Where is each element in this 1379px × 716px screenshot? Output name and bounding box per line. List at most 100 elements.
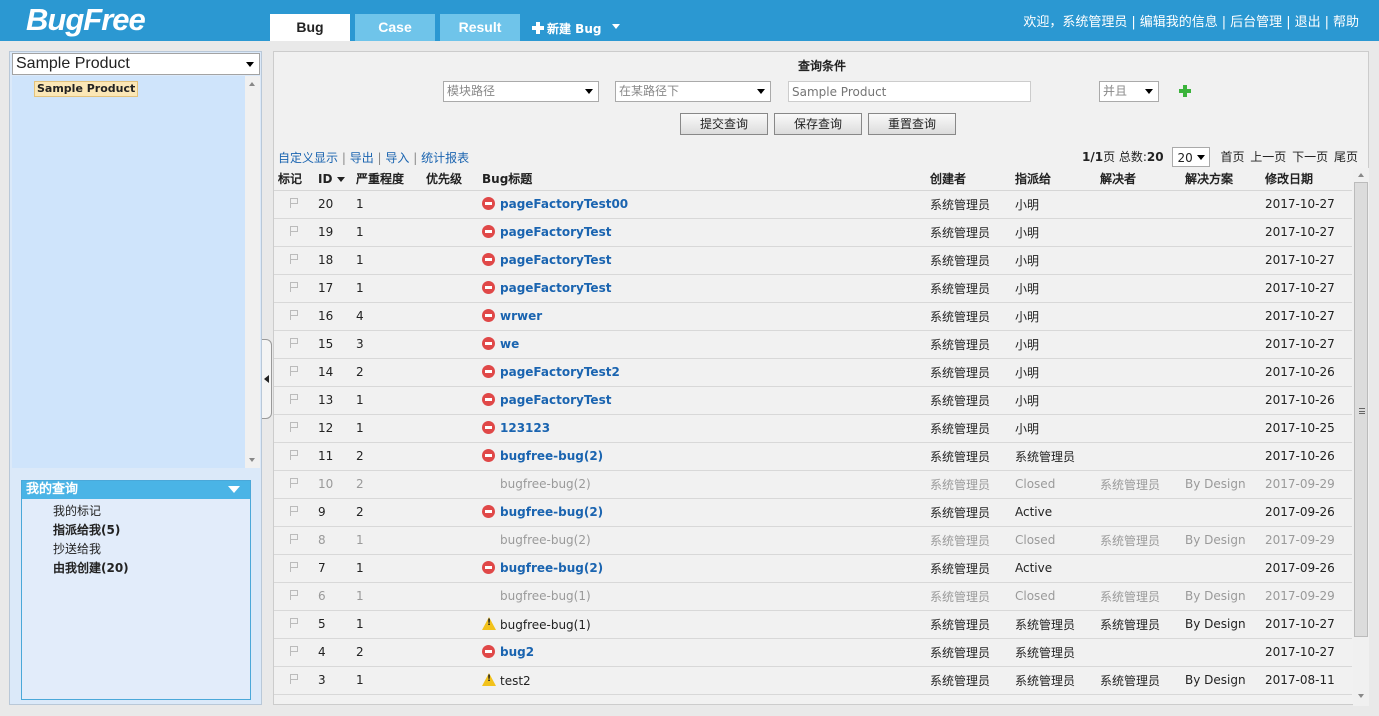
query-cc-to-me[interactable]: 抄送给我 (53, 540, 250, 559)
add-condition-icon[interactable] (1179, 85, 1191, 97)
table-row[interactable]: 9 2 bugfree-bug(2) 系统管理员 Active 2017-09-26 (274, 498, 1352, 527)
mark-cell[interactable] (274, 358, 314, 387)
flag-icon[interactable] (290, 646, 300, 656)
reset-query-button[interactable]: 重置查询 (868, 113, 956, 135)
save-query-button[interactable]: 保存查询 (774, 113, 862, 135)
mark-cell[interactable] (274, 246, 314, 275)
col-modified-date[interactable]: 修改日期 (1261, 168, 1352, 191)
export-link[interactable]: 导出 (350, 151, 374, 165)
flag-icon[interactable] (290, 310, 300, 320)
bug-title-link[interactable]: wrwer (500, 309, 542, 323)
col-severity[interactable]: 严重程度 (352, 168, 422, 191)
table-row[interactable]: 18 1 pageFactoryTest 系统管理员 小明 2017-10-27 (274, 246, 1352, 275)
title-cell[interactable]: test2 (478, 666, 926, 695)
col-assignee[interactable]: 指派给 (1011, 168, 1096, 191)
title-cell[interactable]: pageFactoryTest (478, 246, 926, 275)
bug-title-link[interactable]: we (500, 337, 519, 351)
edit-profile-link[interactable]: 编辑我的信息 (1140, 15, 1218, 30)
flag-icon[interactable] (290, 562, 300, 572)
title-cell[interactable]: bugfree-bug(2) (478, 554, 926, 583)
flag-icon[interactable] (290, 478, 300, 488)
prev-page-link[interactable]: 上一页 (1250, 150, 1286, 164)
table-row[interactable]: 13 1 pageFactoryTest 系统管理员 小明 2017-10-26 (274, 386, 1352, 415)
title-cell[interactable]: bugfree-bug(2) (478, 470, 926, 499)
table-row[interactable]: 16 4 wrwer 系统管理员 小明 2017-10-27 (274, 302, 1352, 331)
bug-title-link[interactable]: test2 (500, 674, 531, 688)
import-link[interactable]: 导入 (385, 151, 409, 165)
bug-title-link[interactable]: bugfree-bug(2) (500, 533, 591, 547)
bug-title-link[interactable]: bug2 (500, 645, 534, 659)
help-link[interactable]: 帮助 (1333, 15, 1359, 30)
collapse-icon[interactable] (228, 486, 240, 493)
table-row[interactable]: 8 1 bugfree-bug(2) 系统管理员 Closed 系统管理员 By Desig… (274, 526, 1352, 555)
mark-cell[interactable] (274, 414, 314, 443)
scroll-up-icon[interactable] (249, 82, 255, 86)
tree-node-sample-product[interactable]: Sample Product (34, 81, 139, 97)
query-assigned-to-me[interactable]: 指派给我(5) (53, 521, 250, 540)
mark-cell[interactable] (274, 554, 314, 583)
bug-title-link[interactable]: bugfree-bug(2) (500, 449, 603, 463)
scroll-down-icon[interactable] (1358, 694, 1364, 698)
flag-icon[interactable] (290, 618, 300, 628)
admin-link[interactable]: 后台管理 (1230, 15, 1282, 30)
mark-cell[interactable] (274, 526, 314, 555)
flag-icon[interactable] (290, 338, 300, 348)
table-row[interactable]: 12 1 123123 系统管理员 小明 2017-10-25 (274, 414, 1352, 443)
flag-icon[interactable] (290, 422, 300, 432)
title-cell[interactable]: pageFactoryTest2 (478, 358, 926, 387)
mark-cell[interactable] (274, 218, 314, 247)
table-row[interactable]: 19 1 pageFactoryTest 系统管理员 小明 2017-10-27 (274, 218, 1352, 247)
new-bug-button[interactable]: 新建 Bug (532, 20, 601, 37)
title-cell[interactable]: bug2 (478, 638, 926, 667)
flag-icon[interactable] (290, 674, 300, 684)
title-cell[interactable]: bugfree-bug(2) (478, 498, 926, 527)
table-row[interactable]: 4 2 bug2 系统管理员 系统管理员 2017-10-27 (274, 638, 1352, 667)
scrollbar-thumb[interactable] (1354, 182, 1368, 637)
bug-title-link[interactable]: pageFactoryTest00 (500, 197, 628, 211)
query-created-by-me[interactable]: 由我创建(20) (53, 559, 250, 578)
scroll-down-icon[interactable] (249, 458, 255, 462)
bug-title-link[interactable]: pageFactoryTest (500, 393, 611, 407)
table-row[interactable]: 31test2系统管理员系统管理员系统管理员By Design2017-08-1… (274, 666, 1352, 695)
table-row[interactable]: 15 3 we 系统管理员 小明 2017-10-27 (274, 330, 1352, 359)
flag-icon[interactable] (290, 254, 300, 264)
title-cell[interactable]: pageFactoryTest (478, 218, 926, 247)
bug-title-link[interactable]: pageFactoryTest2 (500, 365, 620, 379)
bug-title-link[interactable]: pageFactoryTest (500, 281, 611, 295)
flag-icon[interactable] (290, 450, 300, 460)
col-creator[interactable]: 创建者 (926, 168, 1011, 191)
mark-cell[interactable] (274, 610, 314, 639)
title-cell[interactable]: pageFactoryTest00 (478, 190, 926, 219)
bug-title-link[interactable]: pageFactoryTest (500, 225, 611, 239)
tab-bug[interactable]: Bug (270, 14, 350, 41)
table-row[interactable]: 6 1 bugfree-bug(1) 系统管理员 Closed 系统管理员 By Desig… (274, 582, 1352, 611)
col-priority[interactable]: 优先级 (422, 168, 478, 191)
title-cell[interactable]: wrwer (478, 302, 926, 331)
flag-icon[interactable] (290, 590, 300, 600)
tab-case[interactable]: Case (355, 14, 435, 41)
title-cell[interactable]: bugfree-bug(2) (478, 526, 926, 555)
title-cell[interactable]: 123123 (478, 414, 926, 443)
flag-icon[interactable] (290, 366, 300, 376)
bug-title-link[interactable]: bugfree-bug(2) (500, 477, 591, 491)
report-link[interactable]: 统计报表 (421, 151, 469, 165)
table-row[interactable]: 51bugfree-bug(1)系统管理员系统管理员系统管理员By Design… (274, 610, 1352, 639)
flag-icon[interactable] (290, 394, 300, 404)
title-cell[interactable]: pageFactoryTest (478, 274, 926, 303)
mark-cell[interactable] (274, 582, 314, 611)
last-page-link[interactable]: 尾页 (1334, 150, 1358, 164)
mark-cell[interactable] (274, 470, 314, 499)
flag-icon[interactable] (290, 534, 300, 544)
bugfree-logo[interactable]: BugFree (26, 2, 146, 38)
tree-scrollbar[interactable] (245, 76, 260, 468)
bug-title-link[interactable]: bugfree-bug(2) (500, 505, 603, 519)
new-bug-dropdown-icon[interactable] (612, 24, 620, 29)
query-value-input[interactable] (788, 81, 1031, 102)
bug-title-link[interactable]: bugfree-bug(1) (500, 589, 591, 603)
col-title[interactable]: Bug标题 (478, 168, 926, 191)
flag-icon[interactable] (290, 506, 300, 516)
table-row[interactable]: 11 2 bugfree-bug(2) 系统管理员 系统管理员 2017-10-26 (274, 442, 1352, 471)
flag-icon[interactable] (290, 282, 300, 292)
sidebar-collapse-handle[interactable] (262, 339, 272, 419)
col-resolver[interactable]: 解决者 (1096, 168, 1181, 191)
